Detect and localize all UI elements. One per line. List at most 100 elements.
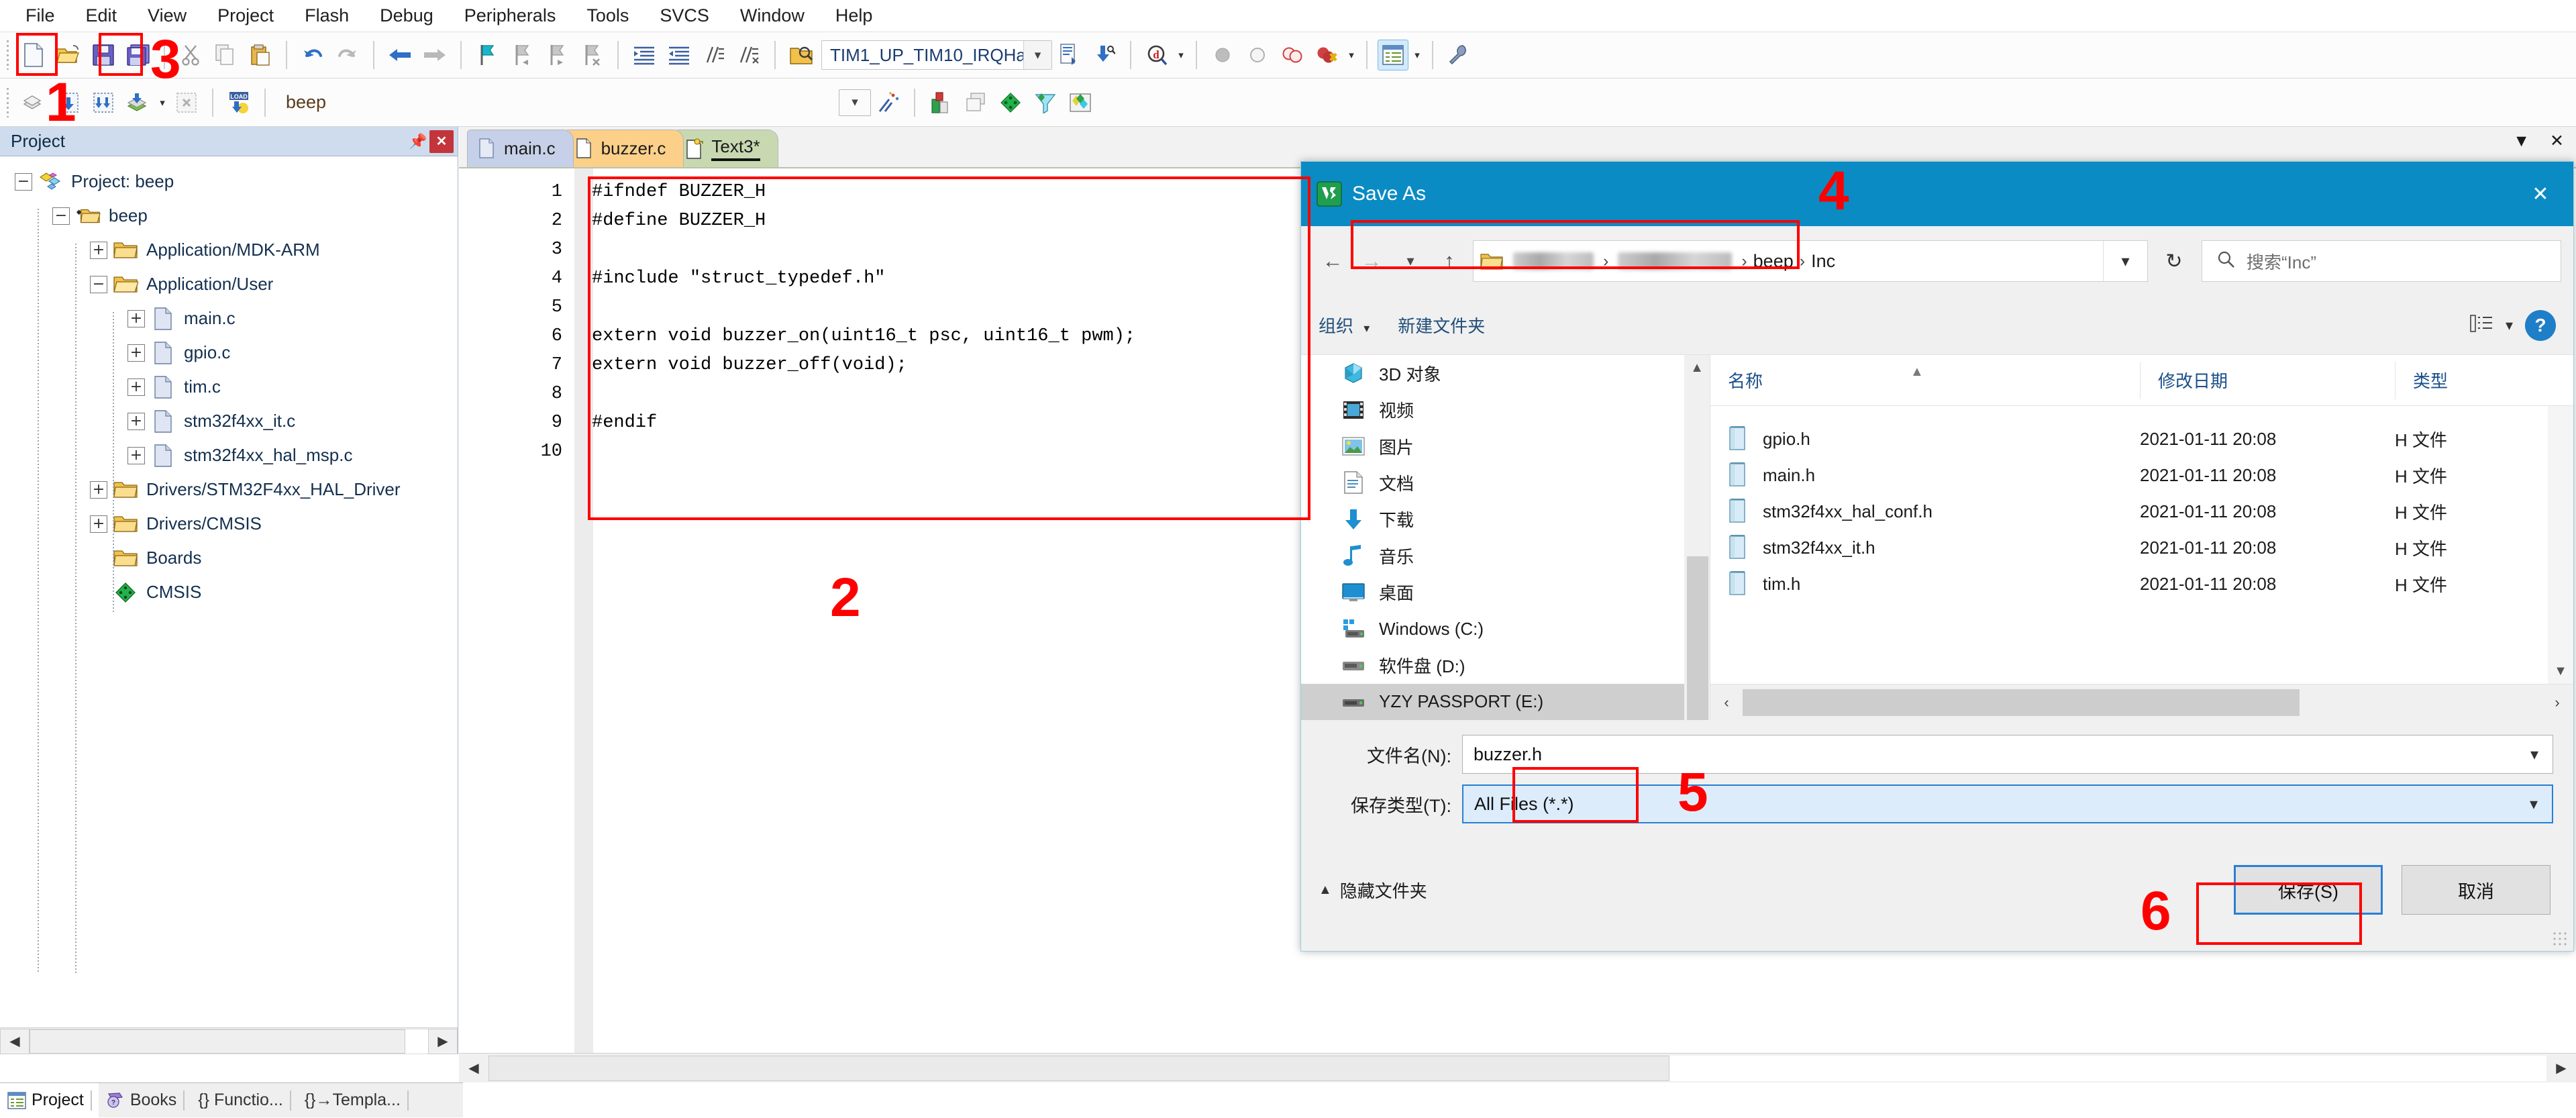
organize-button[interactable]: 组织 ▾ xyxy=(1319,313,1370,338)
paste-icon[interactable] xyxy=(245,40,276,70)
save-button[interactable]: 保存(S) xyxy=(2234,865,2383,915)
comment-icon[interactable] xyxy=(699,40,729,70)
scroll-thumb[interactable] xyxy=(1687,556,1708,720)
tree-item-application-mdk-arm[interactable]: + Application/MDK-ARM xyxy=(7,233,458,267)
chevron-down-icon[interactable]: ▾ xyxy=(1023,41,1051,69)
tree-toggle[interactable]: − xyxy=(52,207,70,225)
sidebar-item-yzy-passport-e[interactable]: YZY PASSPORT (E:) xyxy=(1301,684,1710,720)
sidebar-item-drive-d[interactable]: 软件盘 (D:) xyxy=(1301,647,1710,683)
undo-icon[interactable] xyxy=(297,40,328,70)
editor-tab-buzzer-c[interactable]: buzzer.c xyxy=(564,130,684,167)
column-header-name[interactable]: 名称 ▲ xyxy=(1710,362,2140,399)
file-list-hscrollbar[interactable]: ‹ › xyxy=(1710,684,2573,720)
view-mode-icon[interactable] xyxy=(2469,313,2493,337)
indent-icon[interactable] xyxy=(629,40,660,70)
menu-svcs[interactable]: SVCS xyxy=(645,3,724,29)
breakpoint-disable-all-icon[interactable] xyxy=(1277,40,1308,70)
debug-start-icon[interactable]: d xyxy=(1141,40,1172,70)
uncomment-icon[interactable] xyxy=(733,40,764,70)
editor-hscrollbar[interactable]: ◀ ▶ xyxy=(459,1053,2576,1082)
project-tree-hscrollbar[interactable]: ◀ ▶ xyxy=(0,1027,458,1054)
bookmark-next-icon[interactable] xyxy=(542,40,572,70)
menu-file[interactable]: File xyxy=(11,3,70,29)
chevron-down-icon[interactable]: ▾ xyxy=(2516,735,2553,773)
save-all-icon[interactable] xyxy=(123,40,154,70)
batch-build-icon[interactable] xyxy=(123,87,154,118)
chevron-down-icon[interactable]: ▾ xyxy=(1410,40,1424,70)
tree-item-stm32f4xx-it-c[interactable]: + stm32f4xx_it.c xyxy=(7,404,458,438)
configure-icon[interactable] xyxy=(1054,40,1085,70)
scroll-down-icon[interactable]: ▼ xyxy=(2554,658,2567,684)
breadcrumb-item-beep[interactable]: beep xyxy=(1753,251,1794,272)
scroll-track[interactable] xyxy=(30,1029,428,1054)
sidebar-item-3d-objects[interactable]: 3D 对象 xyxy=(1301,355,1710,391)
menu-view[interactable]: View xyxy=(133,3,201,29)
filetype-select[interactable]: All Files (*.*) ▾ xyxy=(1462,784,2553,823)
menu-flash[interactable]: Flash xyxy=(290,3,364,29)
sidebar-item-pictures[interactable]: 图片 xyxy=(1301,428,1710,464)
close-icon[interactable]: ✕ xyxy=(2514,174,2567,213)
scroll-right-icon[interactable]: ▶ xyxy=(428,1029,458,1054)
arrow-right-icon[interactable]: → xyxy=(1352,242,1391,281)
target-combo-value[interactable]: beep xyxy=(286,92,326,113)
pack-installer-icon[interactable] xyxy=(995,87,1026,118)
chevron-down-icon[interactable]: ▾ xyxy=(1345,40,1358,70)
sidebar-item-downloads[interactable]: 下载 xyxy=(1301,501,1710,538)
column-header-date[interactable]: 修改日期 xyxy=(2140,362,2395,399)
tree-toggle[interactable]: − xyxy=(15,173,32,191)
new-folder-button[interactable]: 新建文件夹 xyxy=(1398,313,1485,338)
tree-toggle[interactable]: + xyxy=(90,515,107,533)
find-in-files-icon[interactable] xyxy=(786,40,817,70)
arrow-left-icon[interactable]: ← xyxy=(1313,242,1352,281)
tree-item-stm32f4xx-hal-msp-c[interactable]: + stm32f4xx_hal_msp.c xyxy=(7,438,458,472)
close-icon[interactable]: ✕ xyxy=(429,130,454,153)
sidebar-item-documents[interactable]: 文档 xyxy=(1301,464,1710,501)
breadcrumb[interactable]: › › beep › Inc ▾ xyxy=(1473,240,2148,282)
bookmark-prev-icon[interactable] xyxy=(507,40,537,70)
bottom-tab-project[interactable]: Project xyxy=(0,1083,99,1118)
tree-toggle[interactable]: + xyxy=(127,310,145,327)
tree-item-application-user[interactable]: − Application/User xyxy=(7,267,458,301)
breadcrumb-item-inc[interactable]: Inc xyxy=(1811,251,1835,272)
pin-icon[interactable]: 📌 xyxy=(407,130,429,153)
chevron-down-icon[interactable]: ▾ xyxy=(2506,317,2513,334)
scroll-left-icon[interactable]: ◀ xyxy=(459,1056,488,1081)
target-options-icon[interactable] xyxy=(873,87,904,118)
breakpoint-icon[interactable] xyxy=(1207,40,1238,70)
bookmark-clear-icon[interactable] xyxy=(576,40,607,70)
menu-tools[interactable]: Tools xyxy=(572,3,643,29)
search-input[interactable]: 搜索“Inc” xyxy=(2202,240,2561,282)
customize-icon[interactable] xyxy=(1443,40,1474,70)
tree-toggle[interactable]: + xyxy=(90,242,107,259)
menu-edit[interactable]: Edit xyxy=(71,3,132,29)
menu-peripherals[interactable]: Peripherals xyxy=(450,3,571,29)
toolbar-grip[interactable] xyxy=(4,88,11,117)
tree-item-tim-c[interactable]: + tim.c xyxy=(7,370,458,404)
chevron-down-icon[interactable]: ▾ xyxy=(1174,40,1188,70)
bottom-tab-functions[interactable]: {} Functio... xyxy=(191,1083,297,1118)
tree-item-drivers-hal[interactable]: + Drivers/STM32F4xx_HAL_Driver xyxy=(7,472,458,507)
download-icon[interactable]: LOAD xyxy=(223,87,254,118)
new-file-icon[interactable] xyxy=(18,40,49,70)
column-header-type[interactable]: 类型 xyxy=(2395,362,2573,399)
tree-toggle[interactable]: + xyxy=(127,447,145,464)
navigate-back-icon[interactable] xyxy=(384,40,415,70)
toolbar-grip[interactable] xyxy=(4,40,11,70)
cancel-button[interactable]: 取消 xyxy=(2402,865,2551,915)
save-icon[interactable] xyxy=(88,40,119,70)
rebuild-icon[interactable] xyxy=(88,87,119,118)
breakpoint-disable-icon[interactable] xyxy=(1242,40,1273,70)
manage-run-time-icon[interactable] xyxy=(960,87,991,118)
file-row[interactable]: tim.h 2021-01-11 20:08 H 文件 xyxy=(1710,566,2573,602)
navigate-forward-icon[interactable] xyxy=(419,40,450,70)
redo-icon[interactable] xyxy=(332,40,363,70)
file-row[interactable]: stm32f4xx_it.h 2021-01-11 20:08 H 文件 xyxy=(1710,529,2573,566)
scroll-left-icon[interactable]: ◀ xyxy=(0,1029,30,1054)
chevron-down-icon[interactable]: ▾ xyxy=(156,87,169,118)
tree-item-target[interactable]: − beep xyxy=(7,199,458,233)
chevron-down-icon[interactable]: ▾ xyxy=(2103,241,2147,281)
bottom-tab-books[interactable]: ? Books xyxy=(99,1083,191,1118)
resize-grip[interactable] xyxy=(2552,931,2568,947)
scroll-thumb[interactable] xyxy=(30,1029,405,1054)
chevron-down-icon[interactable]: ▾ xyxy=(1391,242,1430,281)
